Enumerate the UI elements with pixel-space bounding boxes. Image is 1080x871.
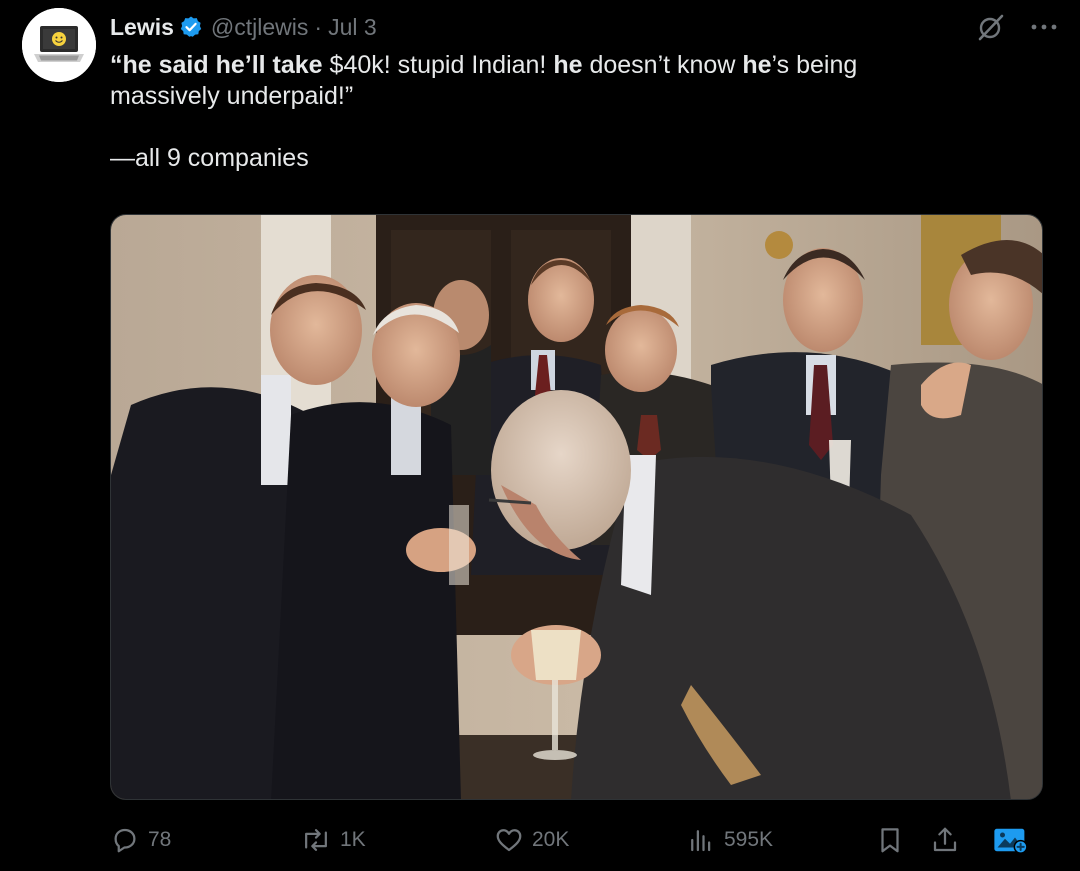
heart-icon bbox=[496, 829, 522, 852]
share-button[interactable] bbox=[930, 820, 960, 860]
text-amount: $40k bbox=[322, 51, 384, 79]
tweet-text-line-2: massively underpaid!” bbox=[110, 82, 354, 110]
avatar[interactable] bbox=[22, 8, 96, 82]
like-count: 20K bbox=[532, 828, 570, 851]
tweet-text-line-1: “he said he’ll take $40k! stupid Indian!… bbox=[110, 50, 1010, 81]
views-button[interactable]: 595K bbox=[686, 820, 773, 860]
tweet-text: “he said he’ll take $40k! stupid Indian!… bbox=[110, 50, 1010, 174]
tweet-media-image[interactable] bbox=[110, 214, 1043, 800]
repost-icon bbox=[305, 829, 327, 851]
author-name[interactable]: Lewis bbox=[110, 14, 174, 41]
bookmark-button[interactable] bbox=[875, 820, 905, 860]
laptop-smiley-icon bbox=[22, 8, 96, 82]
image-button[interactable] bbox=[992, 820, 1028, 860]
text-bold-he-2: he bbox=[742, 51, 772, 79]
tweet-date[interactable]: Jul 3 bbox=[328, 14, 377, 41]
text-plain-1: ! stupid Indian! bbox=[383, 51, 554, 79]
views-icon bbox=[691, 830, 711, 852]
reply-icon bbox=[114, 828, 136, 853]
grok-icon[interactable] bbox=[976, 12, 1006, 42]
tweet-header: Lewis @ctjlewis · Jul 3 bbox=[110, 10, 377, 44]
repost-button[interactable]: 1K bbox=[300, 820, 366, 860]
more-icon[interactable] bbox=[1030, 22, 1058, 32]
author-handle[interactable]: @ctjlewis bbox=[211, 14, 308, 41]
text-bold-quote: “he said he’ll take bbox=[110, 51, 323, 79]
laughing-men-photo bbox=[111, 215, 1042, 799]
reply-count: 78 bbox=[148, 828, 172, 851]
text-plain-3: ’s being bbox=[771, 51, 858, 79]
text-plain-2: doesn’t know bbox=[582, 51, 743, 79]
text-bold-he-1: he bbox=[553, 51, 583, 79]
views-count: 595K bbox=[724, 828, 774, 851]
bookmark-icon bbox=[881, 828, 899, 853]
header-actions bbox=[976, 12, 1058, 42]
header-separator: · bbox=[314, 13, 323, 40]
share-icon bbox=[933, 827, 957, 852]
like-button[interactable]: 20K bbox=[494, 820, 569, 860]
tweet-action-bar: 78 1K 20K 595K bbox=[110, 820, 1040, 860]
repost-count: 1K bbox=[340, 828, 366, 851]
image-icon bbox=[994, 828, 1028, 854]
reply-button[interactable]: 78 bbox=[110, 820, 171, 860]
verified-badge-icon[interactable] bbox=[179, 15, 203, 39]
tweet-text-line-3: —all 9 companies bbox=[110, 144, 309, 172]
tweet-text-spacer bbox=[110, 112, 1010, 143]
